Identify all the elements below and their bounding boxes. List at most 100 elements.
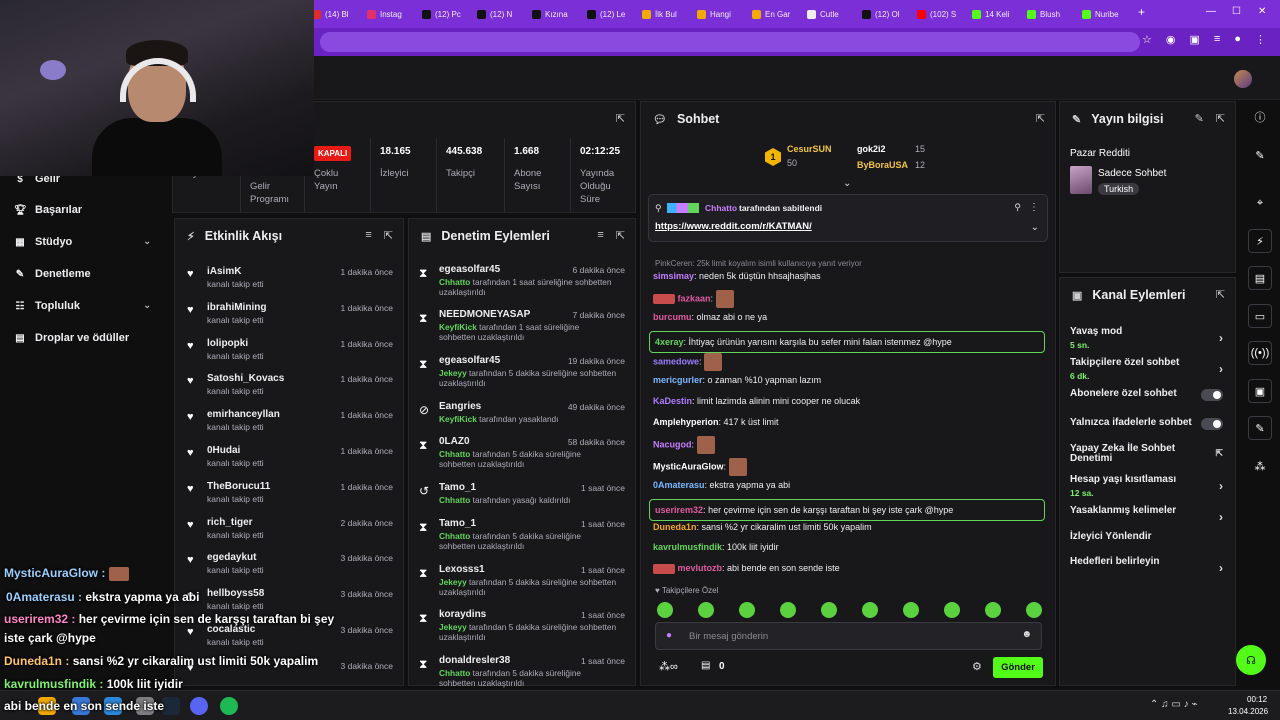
chevron-right-icon[interactable]: › [1219,561,1223,575]
emote-icon[interactable] [780,602,796,618]
moderated-username[interactable]: Lexosss1 [439,564,485,575]
sidebar-item-denetleme[interactable]: ✎ Denetleme [14,268,91,280]
chevron-right-icon[interactable]: › [1219,479,1223,493]
chat-username[interactable]: Nacugod [653,439,692,449]
filter-icon[interactable]: ≡ [597,229,603,242]
emote-icon[interactable] [862,602,878,618]
puzzle-icon[interactable]: ▣ [1190,33,1200,46]
moderator-name[interactable]: KeyfiKick [439,322,477,332]
edit-icon[interactable]: ✎ [1248,143,1272,167]
discord-icon[interactable] [190,697,208,715]
moderated-username[interactable]: donaldresler38 [439,655,510,666]
popout-icon[interactable]: ⇱ [616,112,625,125]
chat-username[interactable]: 4xeray [655,337,684,347]
minimize-icon[interactable]: — [1206,6,1216,17]
close-icon[interactable]: ✕ [1258,6,1266,17]
external-link-icon[interactable]: ⇱ [1215,448,1223,459]
wrench-icon[interactable]: ✎ [1248,416,1272,440]
emote-icon[interactable] [985,602,1001,618]
chat-username[interactable]: mevlutozb [678,563,723,573]
emote-icon[interactable] [698,602,714,618]
send-button[interactable]: Gönder [993,657,1043,678]
chat-username[interactable]: 0Amaterasu [653,480,705,490]
activity-username[interactable]: ibrahiMining [207,302,266,313]
channel-action-row[interactable]: Hedefleri belirleyin › [1070,557,1223,576]
unpin-icon[interactable]: ⚲ [1014,202,1021,213]
moderator-name[interactable]: Chhatto [439,531,470,541]
emote-icon[interactable] [657,602,673,618]
category-thumbnail[interactable] [1070,166,1092,194]
browser-tab[interactable]: (14) Bl [308,3,361,25]
language-tag[interactable]: Turkish [1098,183,1140,195]
chat-input[interactable]: ● Bir mesaj gönderin ☻ [655,622,1042,650]
user-avatar[interactable] [1234,70,1252,88]
chat-username[interactable]: kavrulmusfindik [653,542,722,552]
channel-action-row[interactable]: Yalnızca ifadelerle sohbet [1070,418,1223,430]
bookmark-star-icon[interactable]: ☆ [1142,33,1152,46]
browser-tab[interactable]: Blush [1023,3,1076,25]
filter-icon[interactable]: ≡ [365,229,371,242]
channel-action-row[interactable]: Yavaş mod 5 sn. › [1070,327,1223,351]
chevron-right-icon[interactable]: › [1219,510,1223,524]
moderator-name[interactable]: Chhatto [439,449,470,459]
emote-icon[interactable] [903,602,919,618]
channel-action-row[interactable]: İzleyici Yönlendir [1070,532,1223,542]
activity-username[interactable]: Satoshi_Kovacs [207,373,284,384]
lightning-icon[interactable]: ⚡︎ [1248,229,1272,253]
chevron-down-icon[interactable]: ⌄ [143,300,151,311]
expand-icon[interactable]: ⌄ [1031,222,1039,233]
steam-icon[interactable] [162,697,180,715]
info-icon[interactable]: ⓘ [1248,105,1272,129]
more-icon[interactable]: ⋮ [1029,202,1039,213]
browser-tab[interactable]: (12) Le [583,3,636,25]
browser-tab[interactable]: (12) Pc [418,3,471,25]
activity-username[interactable]: hellboyss58 [207,588,264,599]
popout-icon[interactable]: ⇱ [1036,112,1045,125]
emote-icon[interactable] [821,602,837,618]
activity-username[interactable]: rich_tiger [207,517,253,528]
channel-action-row[interactable]: Abonelere özel sohbet [1070,389,1223,401]
chat-username[interactable]: burcumu [653,312,692,322]
toggle-switch[interactable] [1201,389,1223,401]
add-widget-icon[interactable]: ⁂ [1248,454,1272,478]
gift-icon[interactable]: ▤ [701,660,710,671]
moderator-name[interactable]: Jekeyy [439,622,467,632]
moderated-username[interactable]: egeasolfar45 [439,264,500,275]
activity-username[interactable]: iAsimK [207,266,241,277]
activity-username[interactable]: lolipopki [207,338,248,349]
browser-tab[interactable]: Instag [363,3,416,25]
tray-icons[interactable]: ⌃ ♫ ▭ ♪ ⌁ [1150,699,1197,710]
chat-username[interactable]: simsimay [653,271,694,281]
support-headset-icon[interactable]: ☊ [1236,645,1266,675]
browser-tab[interactable]: Cutle [803,3,856,25]
pinned-link[interactable]: https://www.reddit.com/r/KATMAN/ [655,221,812,232]
category-name[interactable]: Sadece Sohbet [1098,168,1166,179]
chevron-right-icon[interactable]: › [1219,331,1223,345]
channel-action-row[interactable]: Hesap yaşı kısıtlaması 12 sa. › [1070,475,1223,499]
emote-icon[interactable] [739,602,755,618]
chat-username[interactable]: MysticAuraGlow [653,461,724,471]
maximize-icon[interactable]: ☐ [1232,6,1241,17]
moderated-username[interactable]: 0LAZ0 [439,436,470,447]
extension-icon[interactable]: ◉ [1166,33,1176,46]
chat-username[interactable]: KaDestin [653,396,692,406]
popout-icon[interactable]: ⇱ [616,229,625,242]
moderator-name[interactable]: Chhatto [439,495,470,505]
profile-icon[interactable]: ● [1234,33,1241,46]
focus-icon[interactable]: ⌖ [1248,191,1272,215]
moderator-name[interactable]: Chhatto [439,668,470,678]
activity-username[interactable]: 0Hudai [207,445,240,456]
browser-tab[interactable]: İlk Bul [638,3,691,25]
edit-icon[interactable]: ✎ [1195,112,1204,125]
moderated-username[interactable]: NEEDMONEYASAP [439,309,530,320]
channel-action-row[interactable]: Yapay Zeka İle Sohbet Denetimi ⇱ [1070,444,1223,464]
spotify-icon[interactable] [220,697,238,715]
reading-list-icon[interactable]: ≡ [1214,33,1220,46]
browser-tab[interactable]: 14 Keli [968,3,1021,25]
leader-name[interactable]: CesurSUN [787,144,832,154]
chat-bubble-icon[interactable]: ▭ [1248,304,1272,328]
chat-username[interactable]: samedowe [653,356,699,366]
points-icon[interactable]: ⁂∞ [659,660,678,673]
browser-tab[interactable]: Hangi [693,3,746,25]
browser-menu-icon[interactable]: ⋮ [1255,33,1266,46]
